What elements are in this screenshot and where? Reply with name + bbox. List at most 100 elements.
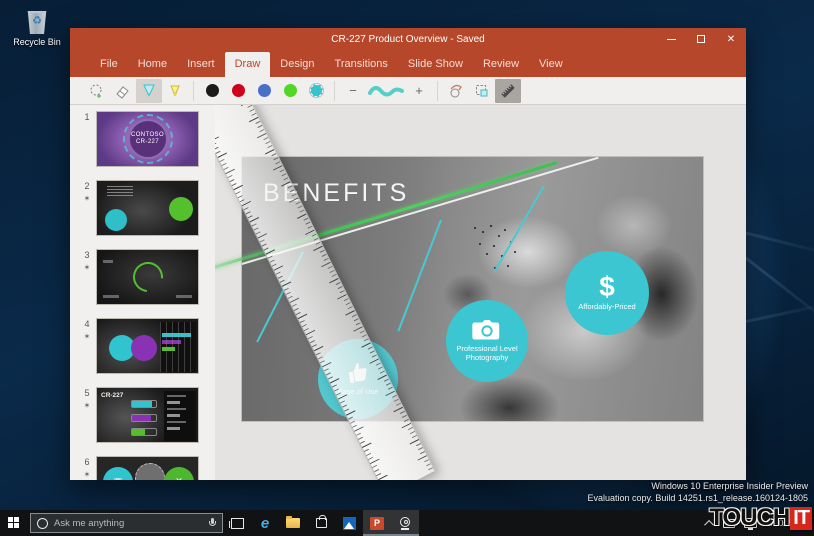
photos-button[interactable] bbox=[335, 510, 363, 536]
lasso-select-icon bbox=[89, 83, 105, 99]
maximize-button[interactable] bbox=[686, 28, 716, 50]
color-wheel-icon bbox=[310, 84, 323, 97]
file-explorer-button[interactable] bbox=[279, 510, 307, 536]
tab-draw[interactable]: Draw bbox=[225, 52, 271, 77]
red-color-icon bbox=[232, 84, 245, 97]
slide-number: 3 bbox=[78, 250, 96, 260]
benefit-circle-photography[interactable]: Professional Level Photography bbox=[446, 300, 528, 382]
powerpoint-taskbar-button[interactable]: P bbox=[363, 510, 391, 536]
pen-color-green[interactable] bbox=[277, 79, 303, 103]
touchit-it-badge: IT bbox=[790, 507, 812, 530]
desktop: ♻ Recycle Bin CR-227 Product Overview - … bbox=[0, 0, 814, 536]
camera-app-icon bbox=[399, 517, 411, 530]
recycle-bin[interactable]: ♻ Recycle Bin bbox=[8, 8, 66, 47]
blue-color-icon bbox=[258, 84, 271, 97]
powerpoint-window: CR-227 Product Overview - Saved ✕ File H… bbox=[70, 28, 746, 480]
highlighter-button[interactable] bbox=[162, 79, 188, 103]
thickness-increase-button[interactable]: + bbox=[406, 79, 432, 103]
camera-icon bbox=[472, 320, 502, 342]
slide-4-preview bbox=[96, 318, 199, 374]
ink-to-shape-button[interactable] bbox=[443, 79, 469, 103]
pen-button[interactable] bbox=[136, 79, 162, 103]
eraser-icon bbox=[115, 83, 131, 99]
slide-2-preview bbox=[96, 180, 199, 236]
cortana-icon bbox=[37, 518, 48, 529]
animation-star-icon: ✶ bbox=[78, 263, 96, 272]
pen-icon bbox=[141, 83, 157, 99]
tab-home[interactable]: Home bbox=[128, 52, 177, 77]
ruler-icon bbox=[499, 82, 517, 100]
close-button[interactable]: ✕ bbox=[716, 28, 746, 50]
benefit-label: Affordably-Priced bbox=[578, 303, 635, 312]
pen-color-black[interactable] bbox=[199, 79, 225, 103]
eraser-button[interactable] bbox=[110, 79, 136, 103]
search-placeholder: Ask me anything bbox=[54, 518, 203, 529]
thumbnail-slide-6[interactable]: 6 ✶ ▣ ✕ bbox=[78, 456, 199, 480]
thumb1-brand-text: CONTOSO bbox=[131, 132, 164, 139]
thumbnail-slide-2[interactable]: 2 ✶ bbox=[78, 180, 199, 236]
window-title: CR-227 Product Overview - Saved bbox=[70, 34, 746, 45]
slide-number: 2 bbox=[78, 181, 96, 191]
windows-build-watermark: Windows 10 Enterprise Insider Preview Ev… bbox=[588, 480, 809, 504]
slide-1-preview: CONTOSO CR-227 bbox=[96, 111, 199, 167]
ink-canvas-icon bbox=[474, 83, 490, 99]
stroke-squiggle-icon bbox=[368, 85, 404, 97]
microphone-icon[interactable] bbox=[209, 518, 216, 528]
ink-to-shape-icon bbox=[448, 83, 464, 99]
lasso-select-button[interactable] bbox=[84, 79, 110, 103]
photos-icon bbox=[343, 517, 356, 530]
tab-transitions[interactable]: Transitions bbox=[325, 52, 398, 77]
ribbon-tab-bar: File Home Insert Draw Design Transitions… bbox=[70, 50, 746, 77]
watermark-line2: Evaluation copy. Build 14251.rs1_release… bbox=[588, 492, 809, 504]
ink-canvas-button[interactable] bbox=[469, 79, 495, 103]
thumb5-model-text: CR-227 bbox=[101, 392, 123, 399]
tab-design[interactable]: Design bbox=[270, 52, 324, 77]
slide-5-preview: CR-227 bbox=[96, 387, 199, 443]
pen-color-more[interactable] bbox=[303, 79, 329, 103]
flower-detail bbox=[474, 227, 476, 229]
thumbnail-slide-3[interactable]: 3 ✶ bbox=[78, 249, 199, 305]
recycle-bin-label: Recycle Bin bbox=[8, 37, 66, 47]
thumbnail-slide-1[interactable]: 1 CONTOSO CR-227 bbox=[78, 111, 199, 167]
slide-number: 6 bbox=[78, 457, 96, 467]
tab-view[interactable]: View bbox=[529, 52, 573, 77]
search-box[interactable]: Ask me anything bbox=[30, 513, 223, 533]
edge-button[interactable]: e bbox=[251, 510, 279, 536]
slide-3-preview bbox=[96, 249, 199, 305]
thumb1-model-text: CR-227 bbox=[136, 139, 159, 146]
slide-number: 4 bbox=[78, 319, 96, 329]
store-button[interactable] bbox=[307, 510, 335, 536]
animation-star-icon: ✶ bbox=[78, 332, 96, 341]
black-color-icon bbox=[206, 84, 219, 97]
touchit-watermark: TOUCH IT bbox=[709, 504, 812, 532]
tab-review[interactable]: Review bbox=[473, 52, 529, 77]
slide-thumbnail-panel: 1 CONTOSO CR-227 2 ✶ bbox=[70, 105, 215, 480]
watermark-line1: Windows 10 Enterprise Insider Preview bbox=[588, 480, 809, 492]
camera-taskbar-button[interactable] bbox=[391, 510, 419, 536]
slide-editing-canvas[interactable]: BENEFITS Ease of Use Professi bbox=[215, 105, 746, 480]
stroke-preview[interactable] bbox=[366, 79, 406, 103]
slide-6-preview: ▣ ✕ bbox=[96, 456, 199, 480]
animation-star-icon: ✶ bbox=[78, 401, 96, 410]
powerpoint-icon: P bbox=[370, 517, 384, 530]
slide-number: 5 bbox=[78, 388, 96, 398]
highlighter-icon bbox=[167, 83, 183, 99]
task-view-button[interactable] bbox=[223, 510, 251, 536]
thumbnail-slide-4[interactable]: 4 ✶ bbox=[78, 318, 199, 374]
thumbnail-slide-5[interactable]: 5 ✶ CR-227 bbox=[78, 387, 199, 443]
title-bar[interactable]: CR-227 Product Overview - Saved ✕ bbox=[70, 28, 746, 50]
tab-insert[interactable]: Insert bbox=[177, 52, 225, 77]
benefit-circle-price[interactable]: $ Affordably-Priced bbox=[565, 251, 649, 335]
pen-color-blue[interactable] bbox=[251, 79, 277, 103]
draw-toolbar: − + bbox=[70, 77, 746, 105]
minimize-button[interactable] bbox=[656, 28, 686, 50]
animation-star-icon: ✶ bbox=[78, 470, 96, 479]
task-view-icon bbox=[231, 518, 244, 529]
pen-color-red[interactable] bbox=[225, 79, 251, 103]
dollar-icon: $ bbox=[599, 274, 615, 300]
tab-slideshow[interactable]: Slide Show bbox=[398, 52, 473, 77]
thickness-decrease-button[interactable]: − bbox=[340, 79, 366, 103]
tab-file[interactable]: File bbox=[90, 52, 128, 77]
ruler-button[interactable] bbox=[495, 79, 521, 103]
start-button[interactable] bbox=[0, 510, 28, 536]
